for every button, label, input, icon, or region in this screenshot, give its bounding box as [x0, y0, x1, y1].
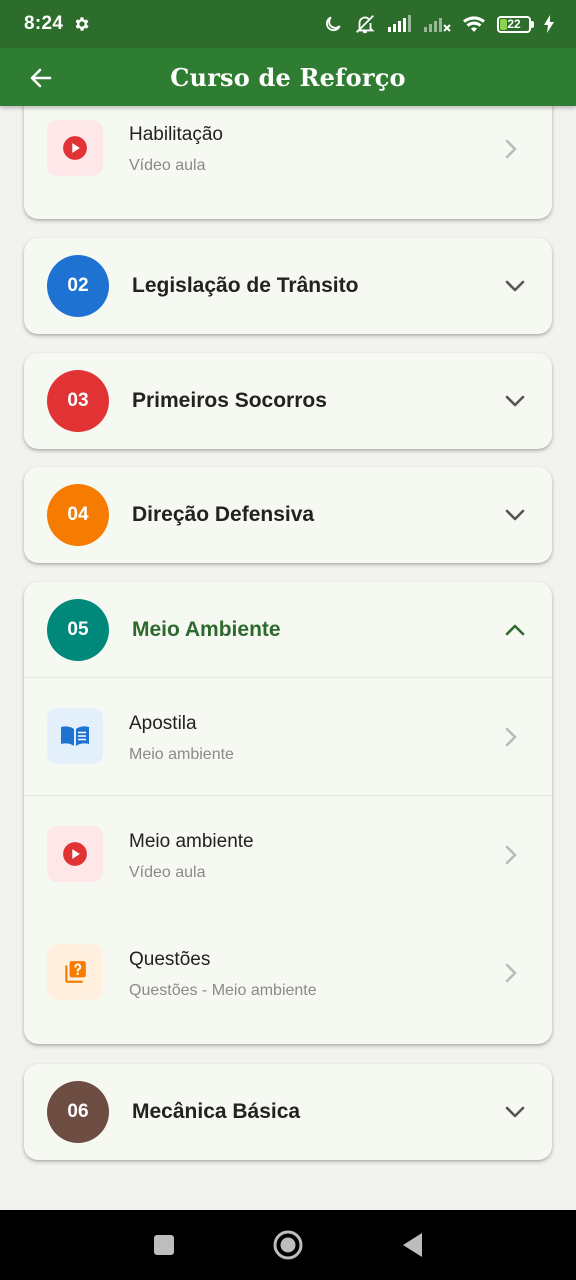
arrow-left-icon [30, 68, 52, 88]
lesson-icon-box [47, 826, 103, 882]
lesson-item[interactable]: Meio ambiente Vídeo aula [24, 796, 552, 914]
lesson-subtitle: Questões - Meio ambiente [129, 982, 317, 999]
quiz-icon [65, 961, 86, 983]
battery-level: 22 [507, 17, 521, 31]
module-header[interactable]: 04 Direção Defensiva [24, 467, 552, 563]
lesson-title: Meio ambiente [129, 831, 254, 852]
module-number-badge: 04 [47, 484, 109, 546]
play-icon [63, 136, 87, 160]
moon-icon [325, 16, 341, 32]
chevron-down-icon[interactable] [504, 275, 526, 297]
recents-button[interactable] [148, 1229, 180, 1261]
lesson-icon-box [47, 120, 103, 176]
chevron-right-icon [505, 727, 517, 747]
module-header[interactable]: 05 Meio Ambiente [24, 582, 552, 678]
battery-fill [500, 18, 507, 30]
home-button[interactable] [272, 1229, 304, 1261]
module-card-05[interactable]: 05 Meio Ambiente Apostila Meio ambiente … [24, 582, 552, 1044]
charging-icon [544, 15, 554, 33]
lesson-title: Apostila [129, 713, 197, 734]
play-icon [63, 842, 87, 866]
module-title: Primeiros Socorros [132, 389, 327, 412]
page-title: Curso de Reforço [170, 62, 406, 92]
module-number-badge: 03 [47, 370, 109, 432]
lesson-subtitle: Vídeo aula [129, 157, 206, 174]
chevron-right-icon [505, 845, 517, 865]
chevron-up-icon[interactable] [504, 619, 526, 641]
module-number-badge: 05 [47, 599, 109, 661]
module-title: Legislação de Trânsito [132, 274, 359, 297]
lesson-item[interactable]: Apostila Meio ambiente [24, 678, 552, 796]
lesson-icon-box [47, 708, 103, 764]
lesson-title: Questões [129, 949, 211, 970]
chevron-down-icon[interactable] [504, 1101, 526, 1123]
status-bar: 8:24 22 [0, 0, 576, 48]
module-title: Mecânica Básica [132, 1100, 301, 1123]
signal-off-icon [424, 18, 451, 32]
module-card-01-partial: Habilitação Vídeo aula [24, 106, 552, 219]
signal-icon [388, 15, 411, 32]
chevron-down-icon[interactable] [504, 390, 526, 412]
chevron-right-icon [505, 139, 517, 159]
module-card-06[interactable]: 06 Mecânica Básica [24, 1064, 552, 1160]
back-triangle-icon [403, 1233, 422, 1257]
module-header[interactable]: 06 Mecânica Básica [24, 1064, 552, 1160]
chevron-down-icon[interactable] [504, 504, 526, 526]
module-list[interactable]: Habilitação Vídeo aula 02 Legislação de … [0, 106, 576, 1210]
back-nav-button[interactable] [396, 1229, 428, 1261]
gear-icon [75, 17, 89, 31]
module-card-02[interactable]: 02 Legislação de Trânsito [24, 238, 552, 334]
module-card-03[interactable]: 03 Primeiros Socorros [24, 353, 552, 449]
back-button[interactable] [26, 63, 56, 93]
wifi-icon [463, 16, 485, 32]
lesson-subtitle: Vídeo aula [129, 864, 206, 881]
lesson-item[interactable]: Questões Questões - Meio ambiente [24, 914, 552, 1032]
lesson-title: Habilitação [129, 124, 223, 145]
lesson-item[interactable]: Habilitação Vídeo aula [24, 106, 552, 204]
home-circle-icon [273, 1230, 303, 1260]
module-number-badge: 02 [47, 255, 109, 317]
module-header[interactable]: 03 Primeiros Socorros [24, 353, 552, 449]
system-nav-bar [0, 1210, 576, 1280]
module-title: Direção Defensiva [132, 503, 315, 526]
recents-square-icon [154, 1235, 174, 1255]
module-header[interactable]: 02 Legislação de Trânsito [24, 238, 552, 334]
lesson-subtitle: Meio ambiente [129, 746, 234, 763]
chevron-right-icon [505, 963, 517, 983]
lesson-icon-box [47, 944, 103, 1000]
module-card-04[interactable]: 04 Direção Defensiva [24, 467, 552, 563]
module-number-badge: 06 [47, 1081, 109, 1143]
book-icon [61, 726, 89, 746]
app-bar: Curso de Reforço [0, 48, 576, 106]
battery-icon: 22 [497, 15, 534, 33]
module-title: Meio Ambiente [132, 618, 281, 641]
alarm-off-icon [356, 15, 375, 34]
status-time: 8:24 [24, 13, 64, 34]
